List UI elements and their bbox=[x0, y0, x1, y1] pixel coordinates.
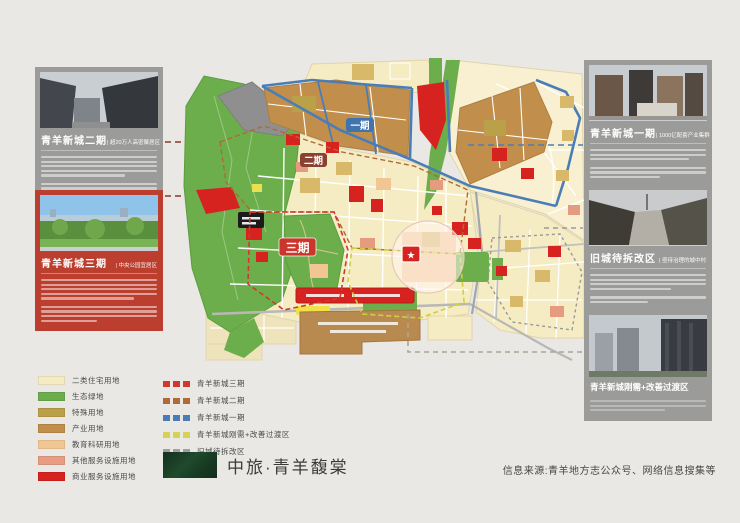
legend-label: 青羊新城三期 bbox=[197, 378, 245, 389]
legend-label: 生态绿地 bbox=[72, 391, 104, 402]
village-street-photo bbox=[589, 190, 707, 245]
phase3-label: 三期 bbox=[279, 238, 316, 256]
brand-thumbnail bbox=[163, 452, 217, 478]
legend-item: 青羊新城三期 bbox=[163, 375, 290, 392]
oldtown-photo bbox=[589, 190, 707, 246]
phase2-photo bbox=[40, 72, 158, 128]
panel-transition: 青羊新城刚需+改善过渡区 bbox=[584, 310, 712, 421]
residential-towers-photo bbox=[589, 315, 707, 377]
svg-text:三期: 三期 bbox=[285, 240, 309, 255]
legend-item: 产业用地 bbox=[38, 420, 136, 436]
panel-body-text bbox=[589, 399, 707, 411]
phase1-photo bbox=[589, 65, 707, 121]
red-banner-parcel bbox=[296, 288, 414, 303]
line-phase1 bbox=[163, 415, 190, 421]
swatch-green bbox=[38, 392, 65, 401]
panel-subtitle: | 中央公园宜居区 bbox=[116, 261, 157, 269]
legend-label: 青羊新城二期 bbox=[197, 395, 245, 406]
panel-phase1: 青羊新城一期 | 1000亿配套产业集群 bbox=[584, 60, 712, 187]
source-note: 信息来源:青羊地方志公众号、网络信息搜集等 bbox=[503, 462, 716, 477]
panel-title-row: 青羊新城刚需+改善过渡区 bbox=[590, 381, 706, 396]
brand-lockup: 中旅·青羊馥棠 bbox=[163, 452, 349, 478]
legend-item: 青羊新城刚需+改善过渡区 bbox=[163, 426, 290, 443]
svg-text:一期: 一期 bbox=[350, 120, 369, 132]
panel-subtitle: | 超20万人高密聚居区 bbox=[107, 138, 160, 146]
swatch-industry bbox=[38, 424, 65, 433]
legend-item: 生态绿地 bbox=[38, 388, 136, 404]
legend-item: 特殊用地 bbox=[38, 404, 136, 420]
legend-item: 二类住宅用地 bbox=[38, 372, 136, 388]
panel-phase2: 青羊新城二期 | 超20万人高密聚居区 bbox=[35, 67, 163, 204]
line-phase2 bbox=[163, 398, 190, 404]
legend-land-use: 二类住宅用地 生态绿地 特殊用地 产业用地 教育科研用地 其他服务设施用地 商业… bbox=[38, 372, 136, 484]
panel-title: 青羊新城刚需+改善过渡区 bbox=[590, 381, 688, 393]
panel-title: 旧城待拆改区 bbox=[590, 250, 656, 265]
line-phase3 bbox=[163, 381, 190, 387]
legend-label: 特殊用地 bbox=[72, 407, 104, 418]
panel-subtitle: | 亟待治理的城中村 bbox=[659, 256, 706, 264]
legend-item: 青羊新城二期 bbox=[163, 392, 290, 409]
panel-title-row: 青羊新城一期 | 1000亿配套产业集群 bbox=[590, 125, 706, 144]
poster-canvas: ★ 一期 二期 三期 bbox=[0, 0, 740, 523]
legend-item: 青羊新城一期 bbox=[163, 409, 290, 426]
city-street-photo bbox=[40, 72, 158, 128]
park-photo bbox=[40, 195, 158, 247]
phase2-label: 二期 bbox=[300, 153, 327, 167]
project-star-icon: ★ bbox=[407, 251, 416, 262]
panel-body-text bbox=[589, 148, 707, 178]
panel-title: 青羊新城二期 bbox=[41, 132, 107, 147]
project-marker: ★ bbox=[402, 246, 420, 262]
swatch-service bbox=[38, 456, 65, 465]
panel-title: 青羊新城一期 bbox=[590, 125, 656, 140]
legend-label: 二类住宅用地 bbox=[72, 375, 120, 386]
legend-item: 商业服务设施用地 bbox=[38, 468, 136, 484]
legend-label: 产业用地 bbox=[72, 423, 104, 434]
panel-subtitle: | 1000亿配套产业集群 bbox=[656, 131, 710, 139]
swatch-special bbox=[38, 408, 65, 417]
office-towers-photo bbox=[589, 65, 707, 120]
phase1-label: 一期 bbox=[346, 118, 374, 132]
legend-label: 其他服务设施用地 bbox=[72, 455, 136, 466]
panel-phase3: 青羊新城三期 | 中央公园宜居区 bbox=[35, 190, 163, 331]
panel-title-row: 青羊新城三期 | 中央公园宜居区 bbox=[41, 255, 157, 274]
railway-brown-parcel bbox=[300, 310, 420, 354]
legend-label: 青羊新城刚需+改善过渡区 bbox=[197, 429, 290, 440]
panel-title-row: 青羊新城二期 | 超20万人高密聚居区 bbox=[41, 132, 157, 151]
panel-oldtown: 旧城待拆改区 | 亟待治理的城中村 bbox=[584, 185, 712, 312]
panel-title: 青羊新城三期 bbox=[41, 255, 107, 270]
panel-body-text bbox=[40, 155, 158, 194]
legend-boundaries: 青羊新城三期 青羊新城二期 青羊新城一期 青羊新城刚需+改善过渡区 旧城待拆改区 bbox=[163, 375, 290, 460]
panel-body-text bbox=[589, 273, 707, 303]
black-project-tag bbox=[238, 212, 264, 228]
panel-title-row: 旧城待拆改区 | 亟待治理的城中村 bbox=[590, 250, 706, 269]
legend-label: 青羊新城一期 bbox=[197, 412, 245, 423]
svg-text:二期: 二期 bbox=[304, 155, 323, 167]
phase3-photo bbox=[40, 195, 158, 251]
transition-photo bbox=[589, 315, 707, 377]
legend-label: 商业服务设施用地 bbox=[72, 471, 136, 482]
legend-label: 教育科研用地 bbox=[72, 439, 120, 450]
line-transition bbox=[163, 432, 190, 438]
brand-name: 中旅·青羊馥棠 bbox=[227, 453, 349, 478]
legend-item: 其他服务设施用地 bbox=[38, 452, 136, 468]
swatch-commercial bbox=[38, 472, 65, 481]
swatch-education bbox=[38, 440, 65, 449]
swatch-residential bbox=[38, 376, 65, 385]
legend-item: 教育科研用地 bbox=[38, 436, 136, 452]
panel-body-text bbox=[40, 278, 158, 322]
